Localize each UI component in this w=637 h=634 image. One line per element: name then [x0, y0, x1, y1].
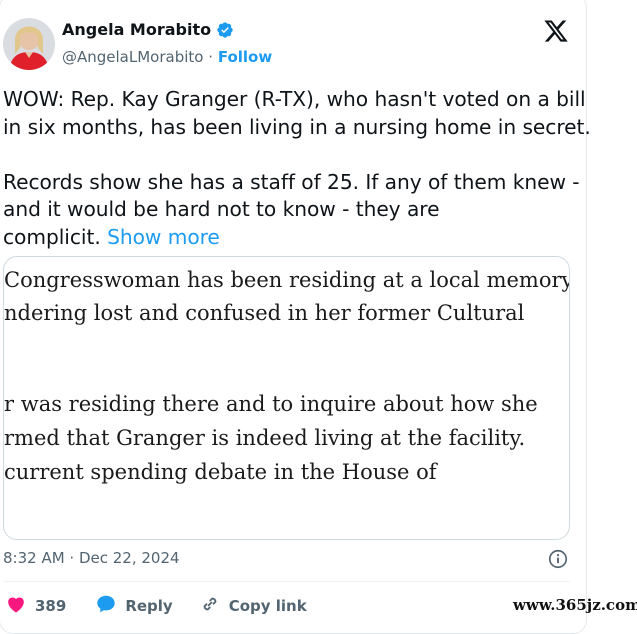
info-icon[interactable] [547, 548, 569, 570]
copy-link-button[interactable]: Copy link [199, 593, 307, 619]
verified-badge-icon [216, 21, 234, 39]
reply-label: Reply [125, 597, 173, 615]
author-handle-row: @AngelaLMorabito · Follow [62, 48, 272, 66]
like-count: 389 [35, 597, 67, 615]
tweet-text-line: complicit. Show more [3, 224, 578, 252]
action-bar: 389 Reply Copy link [5, 593, 307, 619]
author-name-row: Angela Morabito [62, 20, 234, 39]
tweet-text-last: complicit. [3, 224, 101, 249]
author-name[interactable]: Angela Morabito [62, 20, 211, 39]
author-handle[interactable]: @AngelaLMorabito [62, 48, 203, 66]
timestamp[interactable]: 8:32 AM · Dec 22, 2024 [3, 549, 180, 567]
follow-button[interactable]: Follow [218, 48, 272, 66]
tweet-text-line: WOW: Rep. Kay Granger (R-TX), who hasn't… [3, 87, 586, 111]
excerpt-line: ndering lost and confused in her former … [4, 301, 525, 325]
copy-link-label: Copy link [228, 597, 307, 615]
excerpt-line: rmed that Granger is indeed living at th… [4, 426, 526, 450]
reply-button[interactable]: Reply [95, 593, 173, 619]
link-icon [199, 593, 221, 619]
speech-bubble-icon [95, 593, 117, 619]
tweet-text-line: in six months, has been living in a nurs… [3, 114, 591, 139]
tweet-text-line: Records show she has a staff of 25. If a… [3, 169, 580, 194]
divider [3, 581, 570, 582]
excerpt-line: r was residing there and to inquire abou… [4, 392, 538, 416]
excerpt-line: Congresswoman has been residing at a loc… [4, 268, 570, 292]
article-excerpt-card[interactable]: Congresswoman has been residing at a loc… [3, 256, 570, 540]
tweet-text: WOW: Rep. Kay Granger (R-TX), who hasn't… [3, 86, 591, 252]
excerpt-line: current spending debate in the House of [4, 460, 437, 484]
x-logo-icon[interactable] [543, 18, 569, 44]
tweet-text-line: and it would be hard not to know - they … [3, 197, 440, 221]
like-button[interactable]: 389 [5, 593, 66, 619]
separator: · [208, 48, 214, 66]
avatar[interactable] [3, 18, 55, 70]
watermark: www.365jz.com [513, 596, 637, 614]
show-more-link[interactable]: Show more [107, 225, 220, 249]
heart-icon [5, 593, 27, 619]
